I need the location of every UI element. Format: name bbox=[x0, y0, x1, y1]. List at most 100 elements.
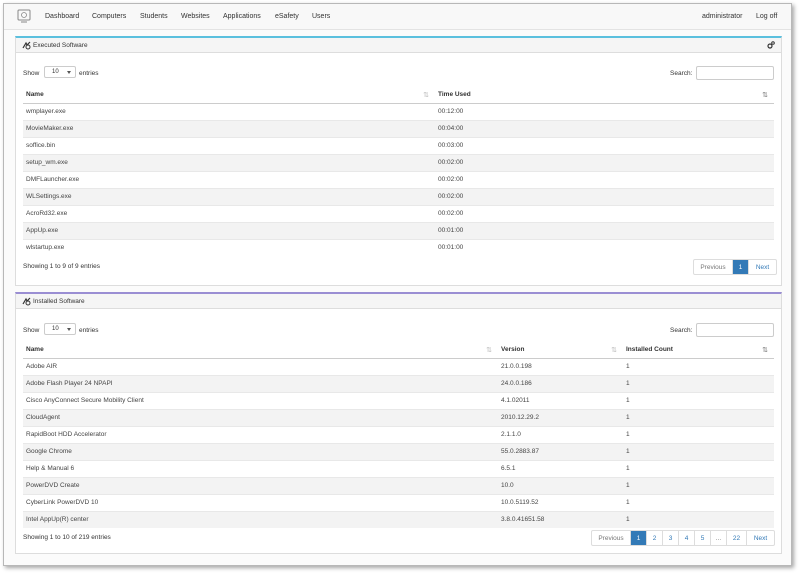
table-cell: 21.0.0.198 bbox=[498, 357, 623, 375]
table-row[interactable]: AppUp.exe 00:01:00 bbox=[23, 221, 774, 239]
table-cell: 1 bbox=[623, 374, 774, 392]
table-cell: 00:02:00 bbox=[435, 153, 774, 171]
logoff-link[interactable]: Log off bbox=[756, 13, 777, 20]
table-row[interactable]: Adobe Flash Player 24 NPAPI 24.0.0.186 1 bbox=[23, 374, 774, 392]
pager-page-button[interactable]: 1 bbox=[630, 531, 646, 545]
pager-next-button[interactable]: Next bbox=[748, 260, 776, 274]
sort-icon: ⇅ bbox=[423, 92, 429, 99]
pager-previous-button[interactable]: Previous bbox=[694, 260, 732, 274]
table-cell: AcroRd32.exe bbox=[23, 204, 435, 222]
pager-page-button[interactable]: ... bbox=[710, 531, 726, 545]
panel-title: Executed Software bbox=[33, 42, 88, 49]
pager-previous-button[interactable]: Previous bbox=[592, 531, 630, 545]
nav-dashboard[interactable]: Dashboard bbox=[45, 13, 79, 20]
table-row[interactable]: WLSettings.exe 00:02:00 bbox=[23, 187, 774, 205]
show-label: Show bbox=[23, 70, 40, 77]
pager-page-button[interactable]: 2 bbox=[646, 531, 662, 545]
table-cell: 1 bbox=[623, 476, 774, 494]
col-version[interactable]: Version ⇅ bbox=[498, 341, 623, 359]
pager-page-button[interactable]: 1 bbox=[732, 260, 748, 274]
nav-students[interactable]: Students bbox=[140, 13, 168, 20]
table-cell: setup_wm.exe bbox=[23, 153, 435, 171]
table-row[interactable]: Intel AppUp(R) center 3.8.0.41651.58 1 bbox=[23, 510, 774, 528]
table-cell: 55.0.2883.87 bbox=[498, 442, 623, 460]
table-cell: CloudAgent bbox=[23, 408, 498, 426]
table-cell: soffice.bin bbox=[23, 136, 435, 154]
table-row[interactable]: AcroRd32.exe 00:02:00 bbox=[23, 204, 774, 222]
table-row[interactable]: wmplayer.exe 00:12:00 bbox=[23, 102, 774, 120]
top-navbar: Dashboard Computers Students Websites Ap… bbox=[4, 4, 791, 30]
pager-page-button[interactable]: 5 bbox=[694, 531, 710, 545]
table-cell: WLSettings.exe bbox=[23, 187, 435, 205]
panel-header: Executed Software bbox=[16, 38, 781, 53]
search-input[interactable] bbox=[696, 323, 774, 337]
table-row[interactable]: CyberLink PowerDVD 10 10.0.5119.52 1 bbox=[23, 493, 774, 511]
software-icon bbox=[22, 41, 31, 50]
panel-header: Installed Software bbox=[16, 294, 781, 309]
table-row[interactable]: PowerDVD Create 10.0 1 bbox=[23, 476, 774, 494]
installed-table: Name ⇅ Version ⇅ Installed Count ⇅ Adobe AI… bbox=[23, 341, 774, 528]
table-cell: 00:01:00 bbox=[435, 238, 774, 256]
table-cell: 1 bbox=[623, 459, 774, 477]
table-row[interactable]: Cisco AnyConnect Secure Mobility Client 4… bbox=[23, 391, 774, 409]
table-row[interactable]: RapidBoot HDD Accelerator 2.1.1.0 1 bbox=[23, 425, 774, 443]
col-count-label: Installed Count bbox=[626, 345, 673, 353]
table-cell: 1 bbox=[623, 408, 774, 426]
table-cell: Adobe AIR bbox=[23, 357, 498, 375]
nav-users[interactable]: Users bbox=[312, 13, 330, 20]
table-cell: 1 bbox=[623, 357, 774, 375]
table-row[interactable]: soffice.bin 00:03:00 bbox=[23, 136, 774, 154]
entries-select[interactable]: 10 bbox=[44, 323, 76, 335]
table-row[interactable]: setup_wm.exe 00:02:00 bbox=[23, 153, 774, 171]
nav-websites[interactable]: Websites bbox=[181, 13, 210, 20]
entries-value: 10 bbox=[52, 326, 59, 332]
user-name[interactable]: administrator bbox=[702, 13, 742, 20]
table-cell: 2010.12.29.2 bbox=[498, 408, 623, 426]
search-input[interactable] bbox=[696, 66, 774, 80]
table-cell: 00:12:00 bbox=[435, 102, 774, 120]
entries-label: entries bbox=[79, 70, 99, 77]
col-installed-count[interactable]: Installed Count ⇅ bbox=[623, 341, 774, 359]
col-name[interactable]: Name ⇅ bbox=[23, 86, 435, 104]
table-cell: 00:01:00 bbox=[435, 221, 774, 239]
gears-icon[interactable] bbox=[767, 41, 775, 49]
col-name[interactable]: Name ⇅ bbox=[23, 341, 498, 359]
table-row[interactable]: Adobe AIR 21.0.0.198 1 bbox=[23, 357, 774, 375]
entries-select[interactable]: 10 bbox=[44, 66, 76, 78]
sort-desc-icon: ⇅ bbox=[762, 347, 768, 354]
pager-next-button[interactable]: Next bbox=[746, 531, 774, 545]
nav-computers[interactable]: Computers bbox=[92, 13, 126, 20]
col-time-used[interactable]: Time Used ⇅ bbox=[435, 86, 774, 104]
table-row[interactable]: MovieMaker.exe 00:04:00 bbox=[23, 119, 774, 137]
table-row[interactable]: Google Chrome 55.0.2883.87 1 bbox=[23, 442, 774, 460]
table-cell: 1 bbox=[623, 510, 774, 528]
table-cell: Help & Manual 6 bbox=[23, 459, 498, 477]
table-cell: Intel AppUp(R) center bbox=[23, 510, 498, 528]
pager-page-button[interactable]: 4 bbox=[678, 531, 694, 545]
pager-page-button[interactable]: 3 bbox=[662, 531, 678, 545]
table-cell: RapidBoot HDD Accelerator bbox=[23, 425, 498, 443]
entries-label: entries bbox=[79, 327, 99, 334]
sort-desc-icon: ⇅ bbox=[762, 92, 768, 99]
table-row[interactable]: DMFLauncher.exe 00:02:00 bbox=[23, 170, 774, 188]
table-cell: wlstartup.exe bbox=[23, 238, 435, 256]
nav-applications[interactable]: Applications bbox=[223, 13, 261, 20]
table-row[interactable]: Help & Manual 6 6.5.1 1 bbox=[23, 459, 774, 477]
table-cell: 3.8.0.41651.58 bbox=[498, 510, 623, 528]
table-cell: 2.1.1.0 bbox=[498, 425, 623, 443]
table-cell: 10.0.5119.52 bbox=[498, 493, 623, 511]
pager-page-button[interactable]: 22 bbox=[726, 531, 746, 545]
table-cell: 4.1.02011 bbox=[498, 391, 623, 409]
search-label: Search: bbox=[670, 70, 693, 77]
nav-esafety[interactable]: eSafety bbox=[275, 13, 299, 20]
col-name-label: Name bbox=[26, 90, 44, 98]
table-cell: DMFLauncher.exe bbox=[23, 170, 435, 188]
sort-icon: ⇅ bbox=[611, 347, 617, 354]
table-row[interactable]: wlstartup.exe 00:01:00 bbox=[23, 238, 774, 256]
col-version-label: Version bbox=[501, 345, 525, 353]
table-row[interactable]: CloudAgent 2010.12.29.2 1 bbox=[23, 408, 774, 426]
table-cell: Google Chrome bbox=[23, 442, 498, 460]
logo-icon[interactable] bbox=[17, 9, 31, 23]
table-cell: 1 bbox=[623, 391, 774, 409]
chevron-down-icon bbox=[67, 71, 71, 74]
